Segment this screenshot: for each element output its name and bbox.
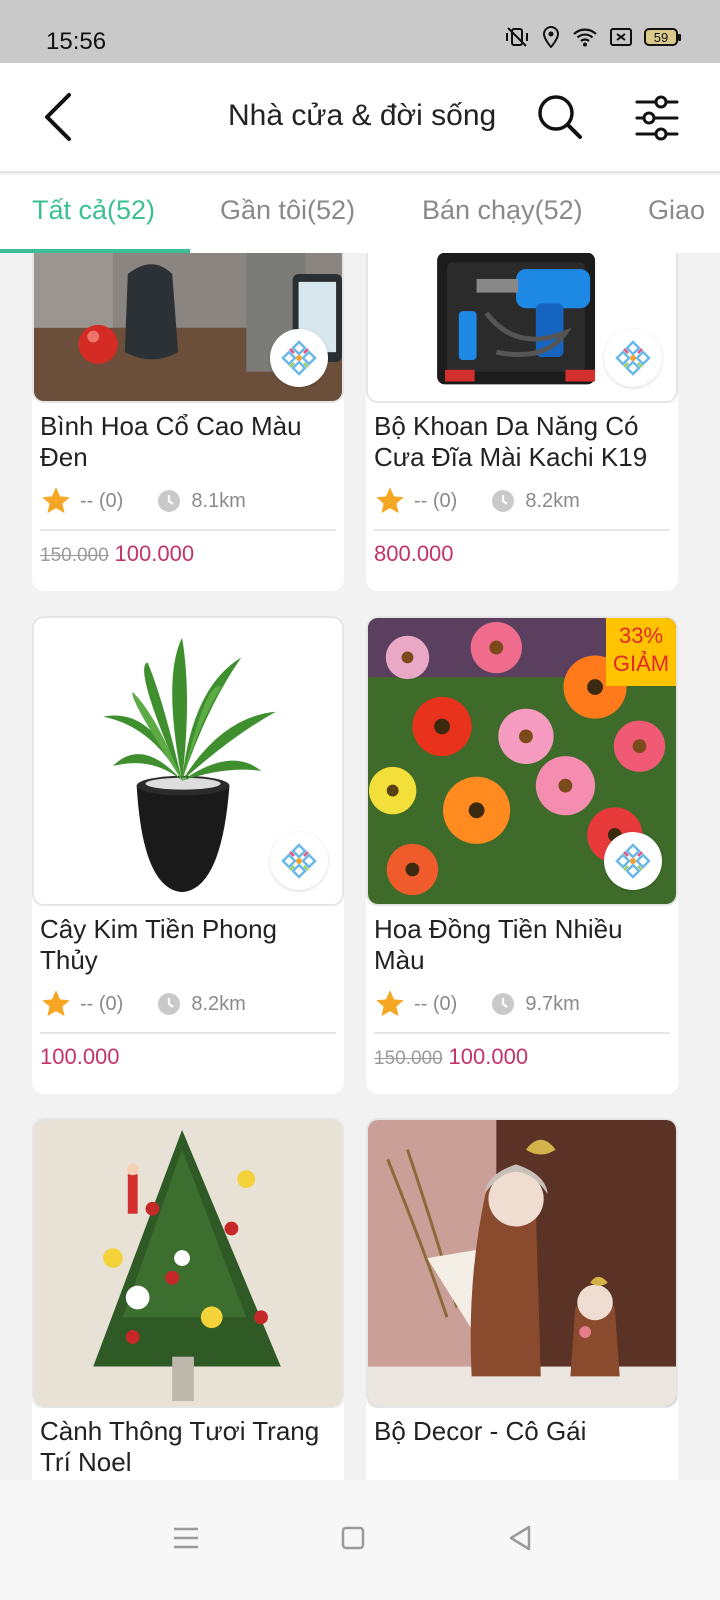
distance-text: 8.2km <box>191 992 246 1015</box>
filter-button[interactable] <box>634 95 680 141</box>
product-title: Bình Hoa Cổ Cao Màu Đen <box>40 411 302 472</box>
menu-icon <box>174 1527 198 1549</box>
divider <box>374 529 670 531</box>
price-row: 800.000 <box>374 541 454 567</box>
search-button[interactable] <box>536 93 584 141</box>
product-image <box>32 1118 344 1408</box>
divider <box>40 1032 336 1034</box>
product-title: Bộ Decor - Cô Gái <box>374 1416 587 1446</box>
product-image <box>366 253 678 403</box>
tab-all[interactable]: Tất cả(52) <box>32 195 155 226</box>
price: 100.000 <box>448 1044 529 1069</box>
pine-branch-photo <box>34 1120 342 1406</box>
price-row: 150.000 100.000 <box>40 541 194 567</box>
shop-logo-icon <box>281 843 317 879</box>
tab-delivery[interactable]: Giao <box>648 195 705 226</box>
recent-apps-button[interactable] <box>166 1518 206 1558</box>
app-header: Nhà cửa & đời sống <box>0 63 720 173</box>
rating-text: -- (0) <box>414 992 458 1015</box>
rating-text: -- (0) <box>80 489 124 512</box>
product-image <box>32 616 344 906</box>
distance-text: 8.2km <box>525 489 580 512</box>
product-card[interactable]: 33% GIẢM Hoa Đồng Tiền Nhiều Màu -- (0) … <box>366 616 678 1094</box>
vibrate-off-icon <box>506 27 528 47</box>
product-meta: -- (0) 8.1km <box>40 483 336 519</box>
category-tabs: Tất cả(52) Gần tôi(52) Bán chạy(52) Giao <box>0 175 720 253</box>
star-icon <box>42 990 70 1017</box>
rating-text: -- (0) <box>80 992 124 1015</box>
square-icon <box>341 1526 365 1550</box>
star-icon <box>376 990 404 1017</box>
product-meta: -- (0) 8.2km <box>40 986 336 1022</box>
product-card[interactable]: Bình Hoa Cổ Cao Màu Đen -- (0) 8.1km 150… <box>32 253 344 591</box>
system-nav-bar <box>0 1480 720 1600</box>
battery-icon: 59 <box>644 28 681 46</box>
old-price: 150.000 <box>40 545 109 566</box>
price: 100.000 <box>114 541 195 566</box>
old-price: 150.000 <box>374 1048 443 1069</box>
discount-label: GIẢM <box>612 651 670 676</box>
shop-logo <box>604 329 662 387</box>
system-back-button[interactable] <box>500 1518 540 1558</box>
shop-logo <box>604 832 662 890</box>
price-row: 100.000 <box>40 1044 120 1070</box>
distance-text: 9.7km <box>525 992 580 1015</box>
product-card[interactable]: Cây Kim Tiền Phong Thủy -- (0) 8.2km 100… <box>32 616 344 1094</box>
tab-near-me[interactable]: Gần tôi(52) <box>220 195 355 226</box>
clock-icon <box>492 993 515 1015</box>
back-button[interactable] <box>30 89 86 145</box>
star-icon <box>42 487 70 514</box>
product-image <box>32 253 344 403</box>
search-icon <box>538 95 582 139</box>
sim-card-icon <box>610 28 632 46</box>
wifi-icon <box>573 28 597 47</box>
price: 800.000 <box>374 541 454 566</box>
product-grid[interactable]: Bình Hoa Cổ Cao Màu Đen -- (0) 8.1km 150… <box>0 253 720 1480</box>
rating-text: -- (0) <box>414 489 458 512</box>
product-meta: -- (0) 8.2km <box>374 483 670 519</box>
product-title: Hoa Đồng Tiền Nhiều Màu <box>374 914 623 975</box>
girl-decor-photo <box>368 1120 676 1406</box>
clock-icon <box>492 490 515 512</box>
clock-icon <box>158 490 181 512</box>
shop-logo <box>270 832 328 890</box>
clock-icon <box>158 993 181 1015</box>
product-title: Bộ Khoan Da Năng Có Cưa Đĩa Mài Kachi K1… <box>374 411 648 472</box>
star-icon <box>376 487 404 514</box>
status-icons: 59 <box>504 26 681 48</box>
status-bar: 15:56 59 <box>0 0 720 63</box>
chevron-left-icon <box>45 93 71 141</box>
price-row: 150.000 100.000 <box>374 1044 528 1070</box>
product-card[interactable]: Bộ Khoan Da Năng Có Cưa Đĩa Mài Kachi K1… <box>366 253 678 591</box>
tab-best-selling[interactable]: Bán chạy(52) <box>422 195 583 226</box>
product-title: Cây Kim Tiền Phong Thủy <box>40 914 278 975</box>
shop-logo <box>270 329 328 387</box>
divider <box>40 529 336 531</box>
distance-text: 8.1km <box>191 489 246 512</box>
price: 100.000 <box>40 1044 120 1069</box>
product-image <box>366 1118 678 1408</box>
location-icon <box>542 26 560 48</box>
product-card[interactable]: Bộ Decor - Cô Gái <box>366 1118 678 1480</box>
discount-percent: 33% <box>618 623 664 648</box>
discount-badge: 33% GIẢM <box>606 618 676 686</box>
product-title: Cành Thông Tươi Trang Trí Noel <box>40 1416 320 1477</box>
product-image: 33% GIẢM <box>366 616 678 906</box>
page-title: Nhà cửa & đời sống <box>228 99 497 132</box>
status-time: 15:56 <box>46 28 107 55</box>
shop-logo-icon <box>281 340 317 376</box>
divider <box>374 1032 670 1034</box>
home-button[interactable] <box>333 1518 373 1558</box>
product-meta: -- (0) 9.7km <box>374 986 670 1022</box>
product-card[interactable]: Cành Thông Tươi Trang Trí Noel <box>32 1118 344 1480</box>
shop-logo-icon <box>615 340 651 376</box>
sliders-icon <box>635 95 679 141</box>
triangle-back-icon <box>509 1525 531 1551</box>
shop-logo-icon <box>615 843 651 879</box>
